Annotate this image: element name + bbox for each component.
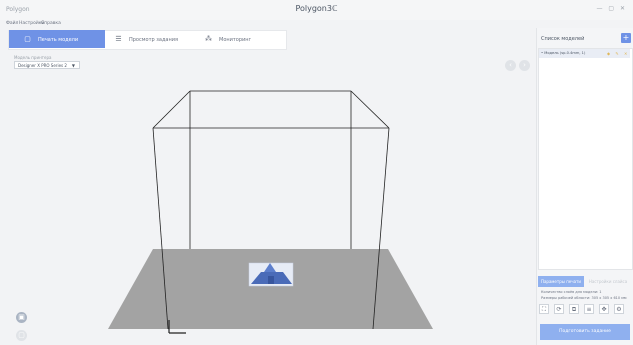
printer-model-select[interactable]: Designer X PRO Series 2 ▼ [14,61,80,69]
menu-bar [0,20,633,28]
fit-tool-icon[interactable]: ⛶ [539,304,549,314]
layers-tool-icon[interactable]: ≡ [584,304,594,314]
models-list-title: Список моделей [541,36,585,42]
window-controls[interactable]: — ▢ ✕ [596,5,627,12]
tab-label: Мониторинг [219,37,252,43]
printer-model-value: Designer X PRO Series 2 [18,63,67,68]
tab-job-preview[interactable]: ☰ Просмотр задания [110,30,195,48]
3d-viewport[interactable] [0,49,536,345]
view-reset-icon[interactable]: ▢ [16,330,27,341]
menu-help[interactable]: Справка [41,20,61,28]
viewport-next-button[interactable]: › [519,60,530,71]
copy-tool-icon[interactable]: ⧉ [569,304,579,314]
printer-model-label: Модель принтера [14,55,52,60]
chevron-down-icon: ▼ [71,63,75,68]
3d-model[interactable] [248,262,294,287]
info-layers-count: Количество слоёв для модели: 1 [541,290,602,294]
tab-label: Печать модели [38,37,79,43]
menu-file[interactable]: Файл [6,20,18,28]
layers-icon: ☰ [115,35,122,43]
tab-slice-settings[interactable]: Настройки слайса [585,276,631,287]
model-item-name: • Модель (sp-0.4mm, 1) [541,51,586,55]
add-model-button[interactable]: + [621,33,631,43]
viewport-prev-button[interactable]: ‹ [505,60,516,71]
rotate-tool-icon[interactable]: ⟳ [554,304,564,314]
tab-label: Просмотр задания [129,37,179,43]
monitor-icon: ⁂ [205,35,212,43]
tab-monitoring[interactable]: ⁂ Мониторинг [200,30,284,48]
build-plate [108,249,433,329]
model-item-actions-icon[interactable]: ◆ ✎ ✕ [607,49,629,58]
view-mode-icon[interactable]: ▣ [16,312,27,323]
tab-print-model[interactable]: ▢ Печать модели [9,30,105,48]
move-tool-icon[interactable]: ✥ [599,304,609,314]
info-build-volume: Размеры рабочей области: 305 x 305 x 610… [541,296,627,300]
tab-print-params[interactable]: Параметры печати [538,276,584,287]
prepare-job-button[interactable]: Подготовить задание [540,324,630,340]
window-title: Polygon3ℂ [295,4,338,13]
model-list [538,48,633,270]
cube-outline-icon: ▢ [24,35,31,43]
settings-tool-icon[interactable]: ⚙ [614,304,624,314]
